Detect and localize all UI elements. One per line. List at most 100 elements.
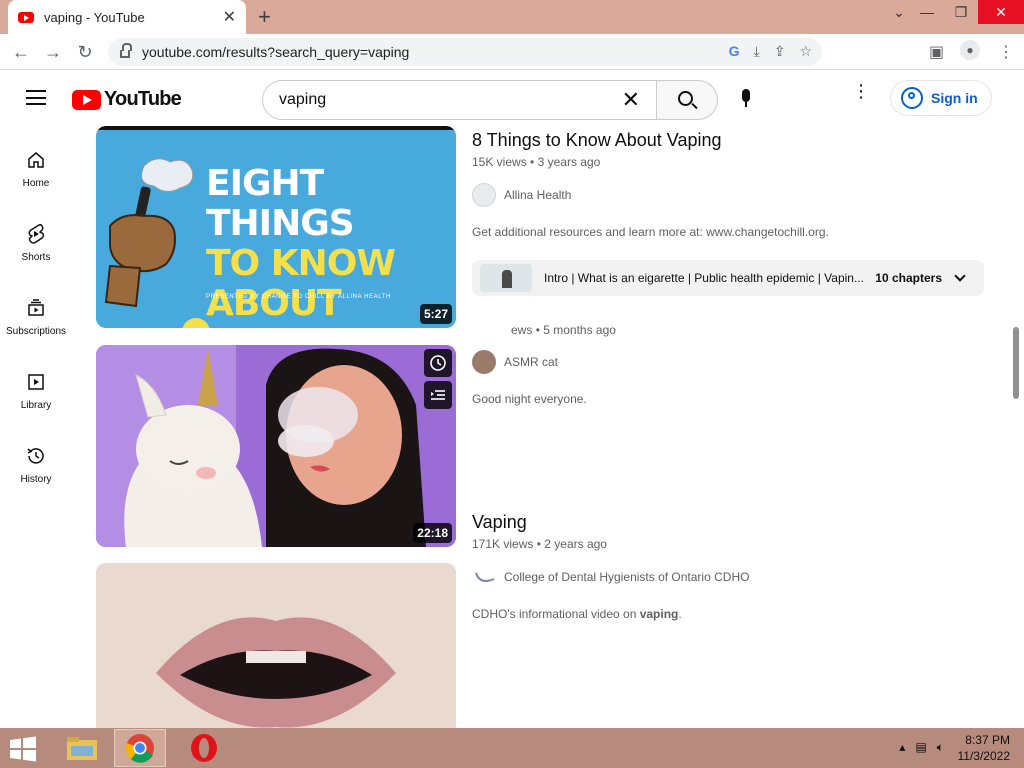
browser-toolbar: ← → ↻ youtube.com/results?search_query=v… bbox=[0, 34, 1024, 70]
share-icon[interactable]: ⇪ bbox=[774, 43, 786, 60]
search-button[interactable] bbox=[656, 80, 718, 120]
account-icon bbox=[901, 87, 923, 109]
guide-item-history[interactable]: History bbox=[0, 422, 72, 496]
video-description: Get additional resources and learn more … bbox=[472, 225, 829, 239]
channel-avatar[interactable] bbox=[472, 183, 496, 207]
channel-name[interactable]: College of Dental Hygienists of Ontario … bbox=[504, 570, 749, 584]
history-icon bbox=[24, 444, 48, 468]
view-count: ews bbox=[511, 323, 533, 337]
library-icon bbox=[24, 370, 48, 394]
guide-item-shorts[interactable]: Shorts bbox=[0, 200, 72, 274]
upload-age: 2 years ago bbox=[544, 537, 607, 551]
restore-icon[interactable]: ❐ bbox=[944, 0, 978, 24]
video-meta: 171K views • 2 years ago bbox=[472, 537, 607, 551]
address-bar[interactable]: youtube.com/results?search_query=vaping … bbox=[108, 38, 822, 66]
profile-icon[interactable]: ● bbox=[960, 40, 980, 60]
video-thumbnail[interactable]: EIGHT THINGS TO KNOW ABOUT VAPING PRESEN… bbox=[96, 126, 456, 328]
tray-expand-icon[interactable]: ▴ bbox=[899, 740, 905, 755]
chapter-list-text: Intro | What is an eigarette | Public he… bbox=[544, 271, 864, 285]
browser-menu-icon[interactable]: ⋮ bbox=[998, 42, 1014, 62]
bookmark-star-icon[interactable]: ☆ bbox=[799, 43, 812, 60]
video-info: 8 Things to Know About Vaping 15K views … bbox=[472, 130, 992, 239]
youtube-header: YouTube vaping ✕ ⋮ Sign in bbox=[0, 70, 1024, 126]
reload-icon[interactable]: ↻ bbox=[74, 41, 96, 63]
window-close-icon[interactable]: ✕ bbox=[978, 0, 1024, 24]
tab-title: vaping - YouTube bbox=[44, 9, 145, 25]
youtube-logo-icon bbox=[72, 89, 101, 110]
video-title[interactable]: 8 Things to Know About Vaping bbox=[472, 130, 992, 151]
google-icon[interactable]: G bbox=[729, 43, 740, 60]
windows-taskbar: ▴ ▤ 🔈︎ 8:37 PM 11/3/2022 bbox=[0, 728, 1024, 768]
clock-time: 8:37 PM bbox=[965, 733, 1010, 747]
browser-tab[interactable]: vaping - YouTube ✕ bbox=[8, 0, 246, 34]
lock-icon[interactable] bbox=[120, 43, 132, 58]
browser-tab-strip: vaping - YouTube ✕ + ⌄ — ❐ ✕ bbox=[0, 0, 1024, 34]
chapters-panel[interactable]: Intro | What is an eigarette | Public he… bbox=[472, 260, 984, 296]
guide-item-subscriptions[interactable]: Subscriptions bbox=[0, 274, 72, 348]
channel-avatar[interactable] bbox=[472, 565, 496, 589]
channel-name[interactable]: ASMR cat bbox=[504, 355, 558, 369]
guide-label: Library bbox=[20, 400, 52, 411]
home-icon bbox=[24, 148, 48, 172]
channel-name[interactable]: Allina Health bbox=[504, 188, 571, 202]
video-meta: ews • 5 months ago bbox=[511, 323, 616, 337]
upload-age: 5 months ago bbox=[543, 323, 616, 337]
guide-label: Home bbox=[22, 178, 50, 189]
settings-more-icon[interactable]: ⋮ bbox=[852, 82, 870, 100]
video-info: Vaping 171K views • 2 years ago College … bbox=[472, 512, 992, 621]
youtube-favicon-icon bbox=[18, 11, 34, 23]
search-input[interactable]: vaping ✕ bbox=[262, 80, 656, 120]
channel-row[interactable]: Allina Health bbox=[472, 183, 992, 207]
chevron-down-icon[interactable] bbox=[954, 270, 966, 282]
video-duration: 5:27 bbox=[419, 304, 452, 324]
guide-item-home[interactable]: Home bbox=[0, 126, 72, 200]
video-meta: 15K views • 3 years ago bbox=[472, 155, 601, 169]
clear-search-icon[interactable]: ✕ bbox=[622, 87, 640, 113]
url-text: youtube.com/results?search_query=vaping bbox=[142, 44, 410, 60]
video-info: ews • 5 months ago ASMR cat Good night e… bbox=[472, 319, 992, 406]
tab-close-icon[interactable]: ✕ bbox=[223, 7, 236, 27]
channel-row[interactable]: College of Dental Hygienists of Ontario … bbox=[472, 565, 992, 589]
shorts-icon bbox=[24, 222, 48, 246]
video-thumbnail[interactable]: 22:18 bbox=[96, 345, 456, 547]
minimize-icon[interactable]: — bbox=[910, 0, 944, 24]
video-description: Good night everyone. bbox=[472, 392, 587, 406]
install-icon[interactable]: ⤓ bbox=[754, 43, 760, 60]
add-to-queue-icon[interactable] bbox=[424, 381, 452, 409]
video-title[interactable]: Vaping bbox=[472, 512, 992, 533]
youtube-logo[interactable]: YouTube bbox=[72, 88, 182, 111]
clock-date: 11/3/2022 bbox=[957, 749, 1011, 763]
voice-search-icon[interactable] bbox=[740, 89, 752, 111]
windows-start-icon[interactable] bbox=[8, 736, 38, 762]
forward-icon[interactable]: → bbox=[42, 41, 64, 63]
mini-guide: Home Shorts Subscriptions Library Histor… bbox=[0, 126, 72, 728]
view-count: 15K views bbox=[472, 155, 527, 169]
sign-in-button[interactable]: Sign in bbox=[890, 80, 992, 116]
chapter-thumbnail bbox=[480, 264, 532, 292]
video-thumbnail[interactable] bbox=[96, 563, 456, 728]
channel-row[interactable]: ASMR cat bbox=[472, 350, 992, 374]
file-explorer-icon[interactable] bbox=[56, 729, 108, 767]
system-tray: ▴ ▤ 🔈︎ bbox=[899, 740, 944, 755]
video-duration: 22:18 bbox=[413, 523, 452, 543]
taskbar-clock[interactable]: 8:37 PM 11/3/2022 bbox=[958, 732, 1011, 764]
back-icon[interactable]: ← bbox=[10, 41, 32, 63]
description-keyword: vaping bbox=[639, 607, 679, 621]
network-icon[interactable]: ▤ bbox=[915, 740, 926, 755]
thumbnail-title-line: TO KNOW bbox=[206, 243, 396, 284]
guide-item-library[interactable]: Library bbox=[0, 348, 72, 422]
search-icon bbox=[678, 91, 693, 106]
chapter-count: 10 chapters bbox=[875, 271, 942, 285]
subscriptions-icon bbox=[24, 296, 48, 320]
opera-icon[interactable] bbox=[178, 729, 230, 767]
volume-icon[interactable]: 🔈︎ bbox=[937, 740, 944, 755]
page-scrollbar[interactable] bbox=[1013, 327, 1019, 399]
chrome-icon[interactable] bbox=[114, 729, 166, 767]
channel-avatar[interactable] bbox=[472, 350, 496, 374]
thumbnail-caption: PRESENTED BY CHANGE TO CHILL BY ALLINA H… bbox=[206, 294, 391, 300]
menu-icon[interactable] bbox=[26, 90, 46, 105]
watch-later-icon[interactable] bbox=[424, 349, 452, 377]
youtube-logo-text: YouTube bbox=[104, 88, 182, 110]
new-tab-icon[interactable]: + bbox=[258, 4, 271, 30]
side-panel-icon[interactable]: ▣ bbox=[929, 42, 944, 62]
